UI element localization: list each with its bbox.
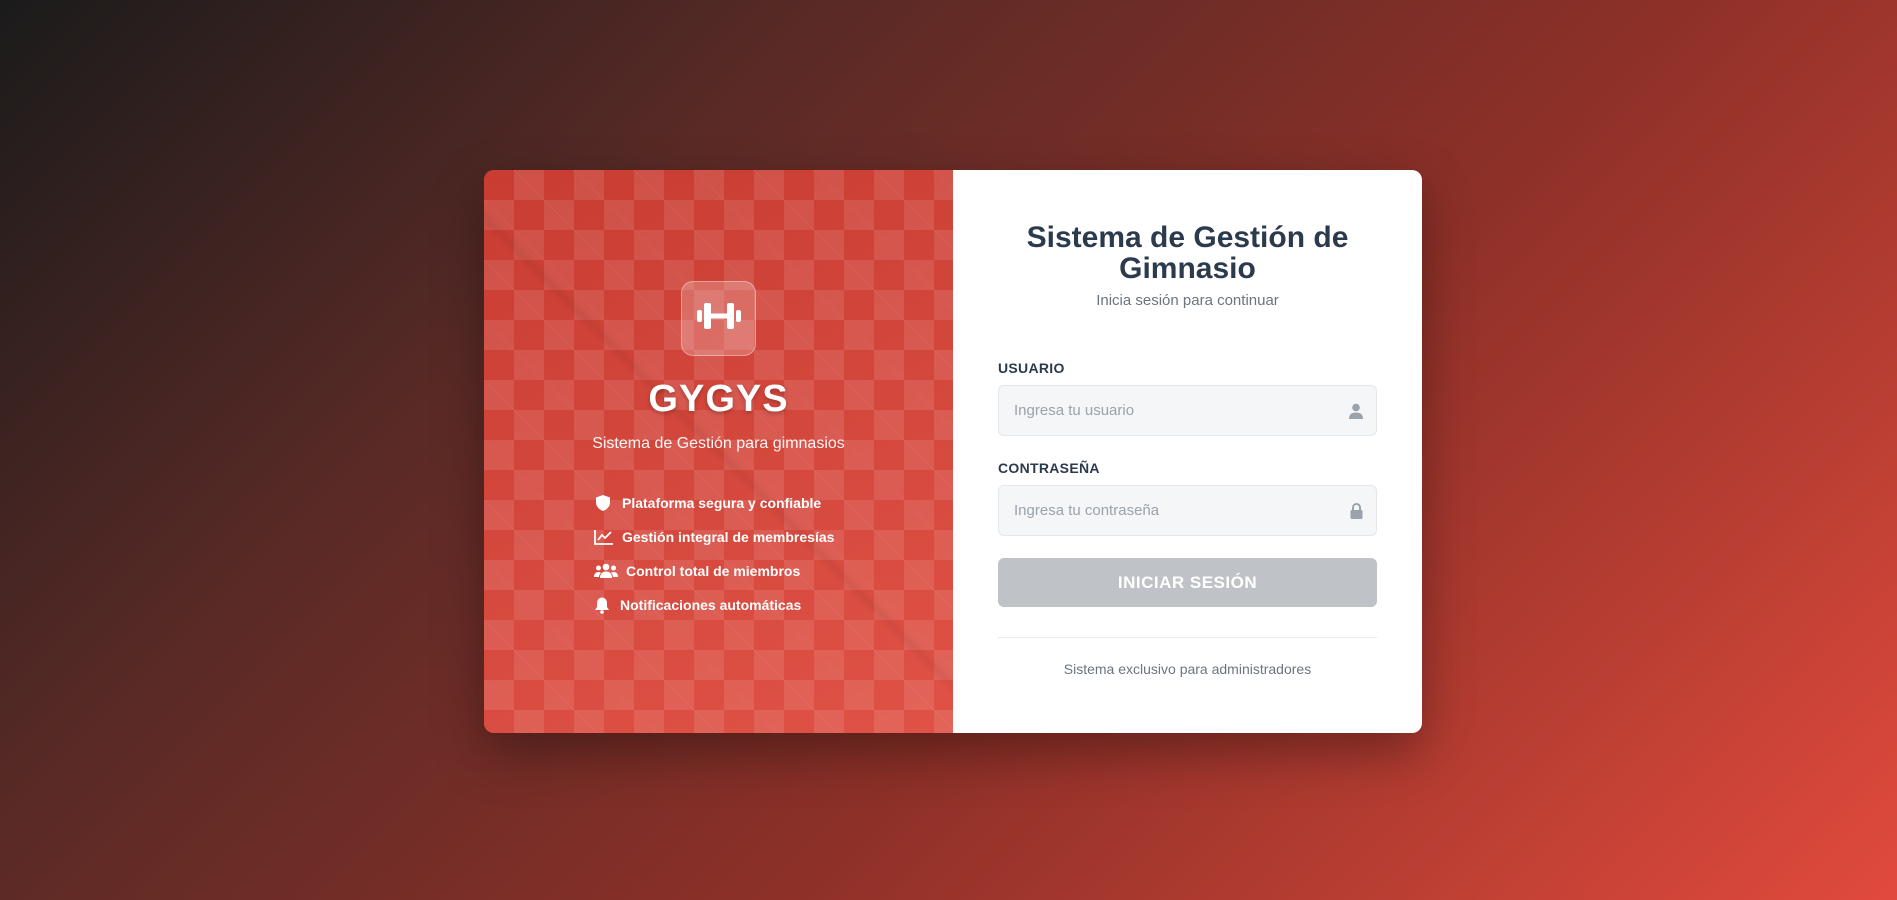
divider [998,637,1377,638]
shield-icon [594,494,618,512]
feature-label: Notificaciones automáticas [620,597,802,613]
login-button[interactable]: INICIAR SESIÓN [998,558,1377,607]
feature-item: Gestión integral de membresías [594,520,834,554]
password-field [998,485,1377,536]
login-subtitle: Inicia sesión para continuar [1096,292,1279,309]
lock-icon [1336,502,1376,519]
logo-badge [681,281,756,356]
dumbbell-icon [695,298,743,339]
brand-tagline: Sistema de Gestión para gimnasios [592,435,845,452]
feature-item: Plataforma segura y confiable [594,486,834,520]
password-input[interactable] [999,486,1336,535]
feature-label: Control total de miembros [626,563,801,579]
bell-icon [594,596,616,614]
brand-name: GYGYS [648,378,789,420]
login-card: GYGYS Sistema de Gestión para gimnasios … [484,170,1422,733]
password-label: CONTRASEÑA [998,460,1100,476]
users-icon [594,562,622,580]
username-input[interactable] [999,386,1336,435]
feature-label: Gestión integral de membresías [622,529,835,545]
brand-panel: GYGYS Sistema de Gestión para gimnasios … [484,170,953,733]
login-title: Sistema de Gestión de Gimnasio [1026,221,1349,285]
chart-line-icon [594,528,618,546]
feature-list: Plataforma segura y confiable Gestión in… [594,486,834,622]
user-icon [1336,403,1376,419]
feature-item: Notificaciones automáticas [594,588,834,622]
username-field [998,385,1377,436]
username-label: USUARIO [998,360,1065,376]
feature-item: Control total de miembros [594,554,834,588]
login-panel: Sistema de Gestión de Gimnasio Inicia se… [953,170,1422,733]
feature-label: Plataforma segura y confiable [622,495,822,511]
footer-note: Sistema exclusivo para administradores [1063,661,1312,677]
